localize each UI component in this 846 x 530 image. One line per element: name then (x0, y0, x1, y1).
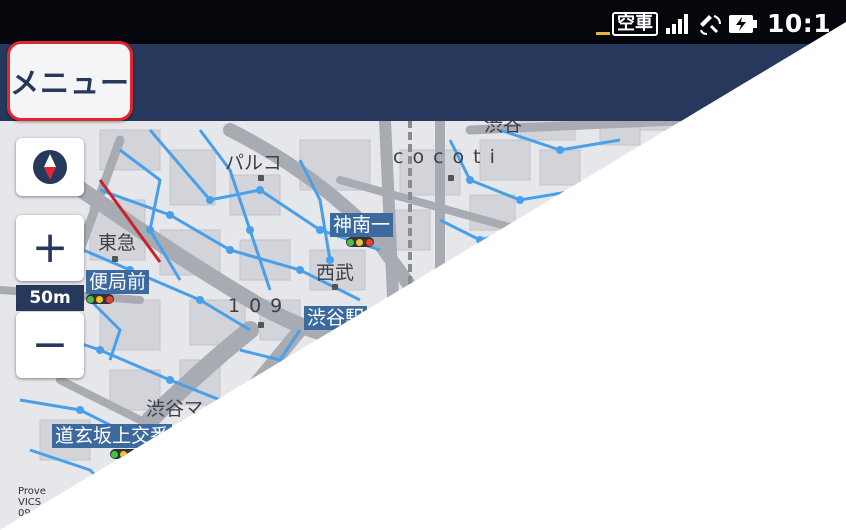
plus-icon: + (31, 222, 69, 273)
map-label-shibuya-mark: 渋谷マー (146, 398, 223, 420)
traffic-light-icon (86, 294, 114, 304)
map-label-109: 109 (228, 295, 292, 317)
traffic-light-icon (110, 449, 138, 459)
status-clock: 10:1 (767, 9, 832, 38)
minus-icon: − (31, 319, 69, 370)
map-label-jinnan: 神南一 (330, 213, 394, 237)
scale-value: 50m (29, 288, 71, 308)
map-label-cocoti: cocoti (393, 146, 504, 168)
zoom-out-button[interactable]: − (16, 312, 84, 378)
map-label-dogenzaka: 道玄坂上交番 (52, 424, 173, 448)
menu-button[interactable]: メニュー (7, 41, 133, 121)
poi-marker (332, 284, 338, 290)
poi-marker (258, 175, 264, 181)
gps-icon (697, 12, 723, 40)
map-label-post-office: 便局前 (86, 270, 150, 294)
vacancy-badge: 空車 (612, 12, 658, 36)
map-label-tokyu: 東急 (98, 232, 137, 254)
zoom-in-button[interactable]: + (16, 215, 84, 281)
battery-charging-icon (729, 15, 757, 37)
poi-marker (258, 322, 264, 328)
traffic-light-icon (346, 237, 374, 247)
poi-marker (448, 175, 454, 181)
map-label-seibu: 西武 (316, 262, 355, 284)
map-scale-label: 50m (16, 285, 84, 311)
map-label-parco: パルコ (225, 152, 282, 174)
menu-button-label: メニュー (10, 66, 131, 100)
status-indicator (596, 32, 610, 35)
provider-label: Prove VICS 09 (18, 486, 46, 519)
signal-icon (666, 14, 690, 38)
navigation-screen: パルコ cocoti 渋谷 東急 神南一 西武 便局前 109 渋谷駅 渋谷マー… (0, 0, 846, 530)
status-bar: 空車 10:1 (0, 0, 846, 44)
map-label-shibuya-station: 渋谷駅 (304, 306, 368, 330)
poi-marker (112, 256, 118, 262)
compass-button[interactable] (16, 138, 84, 196)
compass-icon (33, 150, 67, 184)
